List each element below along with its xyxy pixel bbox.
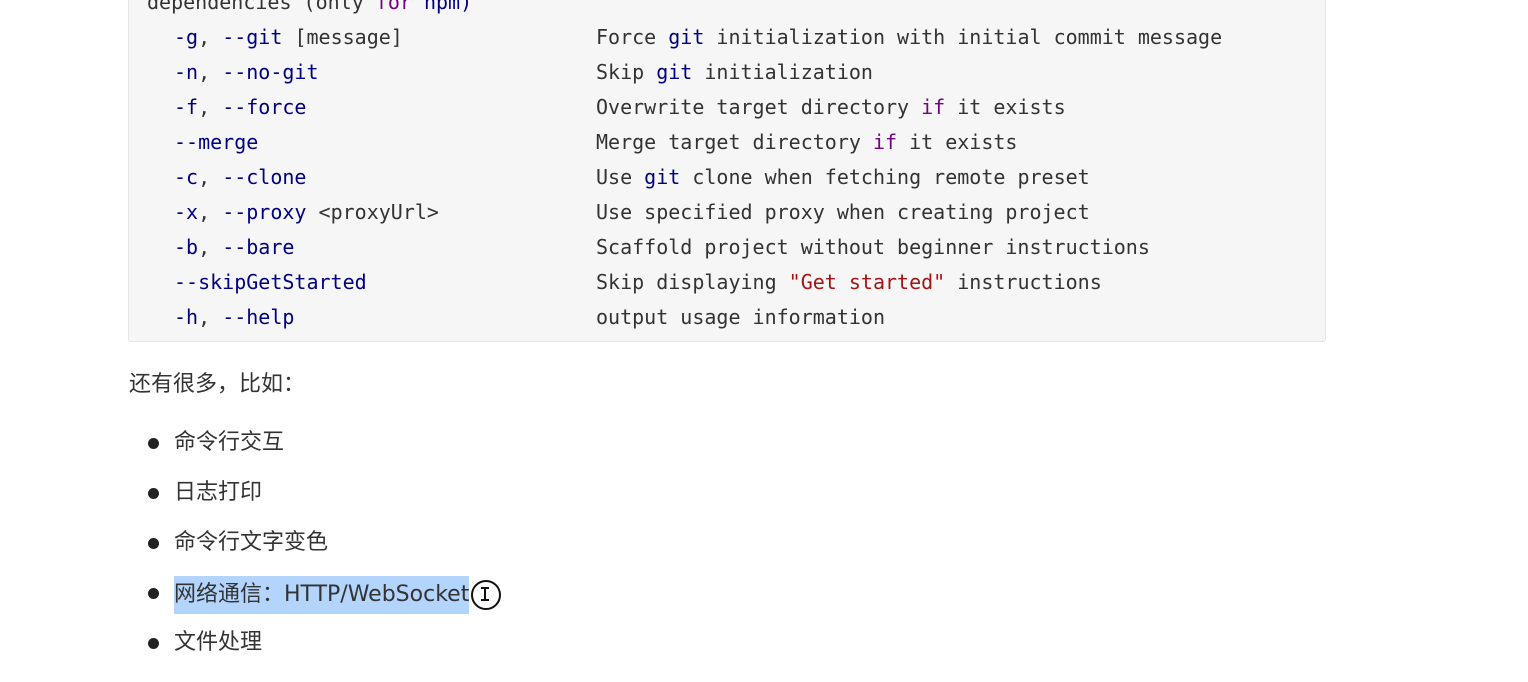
list-item-text[interactable]: 命令行交互 <box>174 426 284 460</box>
option-description: Overwrite target directory if it exists <box>596 92 1066 122</box>
list-item-text-selected[interactable]: 网络通信：HTTP/WebSocket <box>174 576 470 614</box>
code-token: clone when fetching remote preset <box>680 165 1090 189</box>
code-token: -h <box>174 305 199 329</box>
code-token: if <box>921 95 946 119</box>
text-cursor-icon <box>481 586 489 602</box>
option-flags: -h, --help <box>174 302 294 332</box>
code-token: , <box>198 200 223 224</box>
list-item-text[interactable]: 命令行文字变色 <box>174 526 328 560</box>
code-token: instructions <box>945 270 1102 294</box>
code-token: initialization with initial commit messa… <box>704 25 1223 49</box>
code-token: --git <box>222 25 283 49</box>
option-description: Force git initialization with initial co… <box>596 22 1222 52</box>
bullet-dot-icon <box>148 438 159 449</box>
option-flags: -g, --git [message] <box>174 22 403 52</box>
code-token: Force <box>596 25 669 49</box>
option-flags: --merge <box>174 127 258 157</box>
code-token: --force <box>222 95 307 119</box>
bullet-dot-icon <box>148 488 159 499</box>
list-item-text[interactable]: 日志打印 <box>174 476 262 510</box>
code-token: --help <box>222 305 295 329</box>
code-token: "Get started" <box>788 270 946 294</box>
code-token: Use <box>596 165 645 189</box>
option-description: Merge target directory if it exists <box>596 127 1017 157</box>
option-flags: --skipGetStarted <box>174 267 367 297</box>
code-token: <proxyUrl> <box>306 200 439 224</box>
code-token: Skip <box>596 60 657 84</box>
code-block: dependencies (only for npm) -g, --git [m… <box>128 0 1326 342</box>
bullet-dot-icon <box>148 588 159 599</box>
option-flags: -n, --no-git <box>174 57 319 87</box>
code-token: --clone <box>222 165 307 189</box>
code-token: -f <box>174 95 199 119</box>
code-token: -x <box>174 200 199 224</box>
bullet-dot-icon <box>148 638 159 649</box>
option-description: Use git clone when fetching remote prese… <box>596 162 1090 192</box>
code-line-continued: dependencies (only for npm) <box>147 0 472 17</box>
code-token: output usage information <box>596 305 885 329</box>
code-token: , <box>198 235 223 259</box>
code-token: Scaffold project without beginner instru… <box>596 235 1150 259</box>
option-description: Skip displaying "Get started" instructio… <box>596 267 1102 297</box>
option-description: output usage information <box>596 302 885 332</box>
code-token: Use specified proxy when creating projec… <box>596 200 1090 224</box>
option-flags: -f, --force <box>174 92 306 122</box>
code-token: Merge target directory <box>596 130 873 154</box>
option-flags: -x, --proxy <proxyUrl> <box>174 197 439 227</box>
code-token: Skip displaying <box>596 270 789 294</box>
code-token: --merge <box>174 130 259 154</box>
code-token: it exists <box>945 95 1066 119</box>
code-token: --skipGetStarted <box>174 270 367 294</box>
list-item-text[interactable]: 文件处理 <box>174 626 262 660</box>
code-token: if <box>872 130 898 154</box>
option-flags: -c, --clone <box>174 162 306 192</box>
option-description: Skip git initialization <box>596 57 873 87</box>
code-token: --no-git <box>222 60 319 84</box>
code-token: --bare <box>222 235 295 259</box>
code-token: -c <box>174 165 199 189</box>
code-token: , <box>198 25 223 49</box>
code-token: , <box>198 305 223 329</box>
code-token: it exists <box>897 130 1018 154</box>
code-token: [message] <box>282 25 403 49</box>
code-token: -g <box>174 25 199 49</box>
code-token: for <box>375 0 412 14</box>
option-description: Scaffold project without beginner instru… <box>596 232 1150 262</box>
option-flags: -b, --bare <box>174 232 294 262</box>
code-token: -b <box>174 235 199 259</box>
code-token: -n <box>174 60 199 84</box>
code-token: git <box>644 165 681 189</box>
code-token: --proxy <box>222 200 307 224</box>
code-token: git <box>668 25 705 49</box>
paragraph-text: 还有很多，比如： <box>129 372 306 397</box>
code-token: npm) <box>411 0 473 14</box>
code-token: dependencies (only <box>147 0 376 14</box>
code-token: , <box>198 95 223 119</box>
code-token: , <box>198 60 223 84</box>
bullet-dot-icon <box>148 538 159 549</box>
option-description: Use specified proxy when creating projec… <box>596 197 1090 227</box>
code-token: Overwrite target directory <box>596 95 922 119</box>
code-token: initialization <box>692 60 873 84</box>
code-token: , <box>198 165 223 189</box>
code-token: git <box>656 60 693 84</box>
